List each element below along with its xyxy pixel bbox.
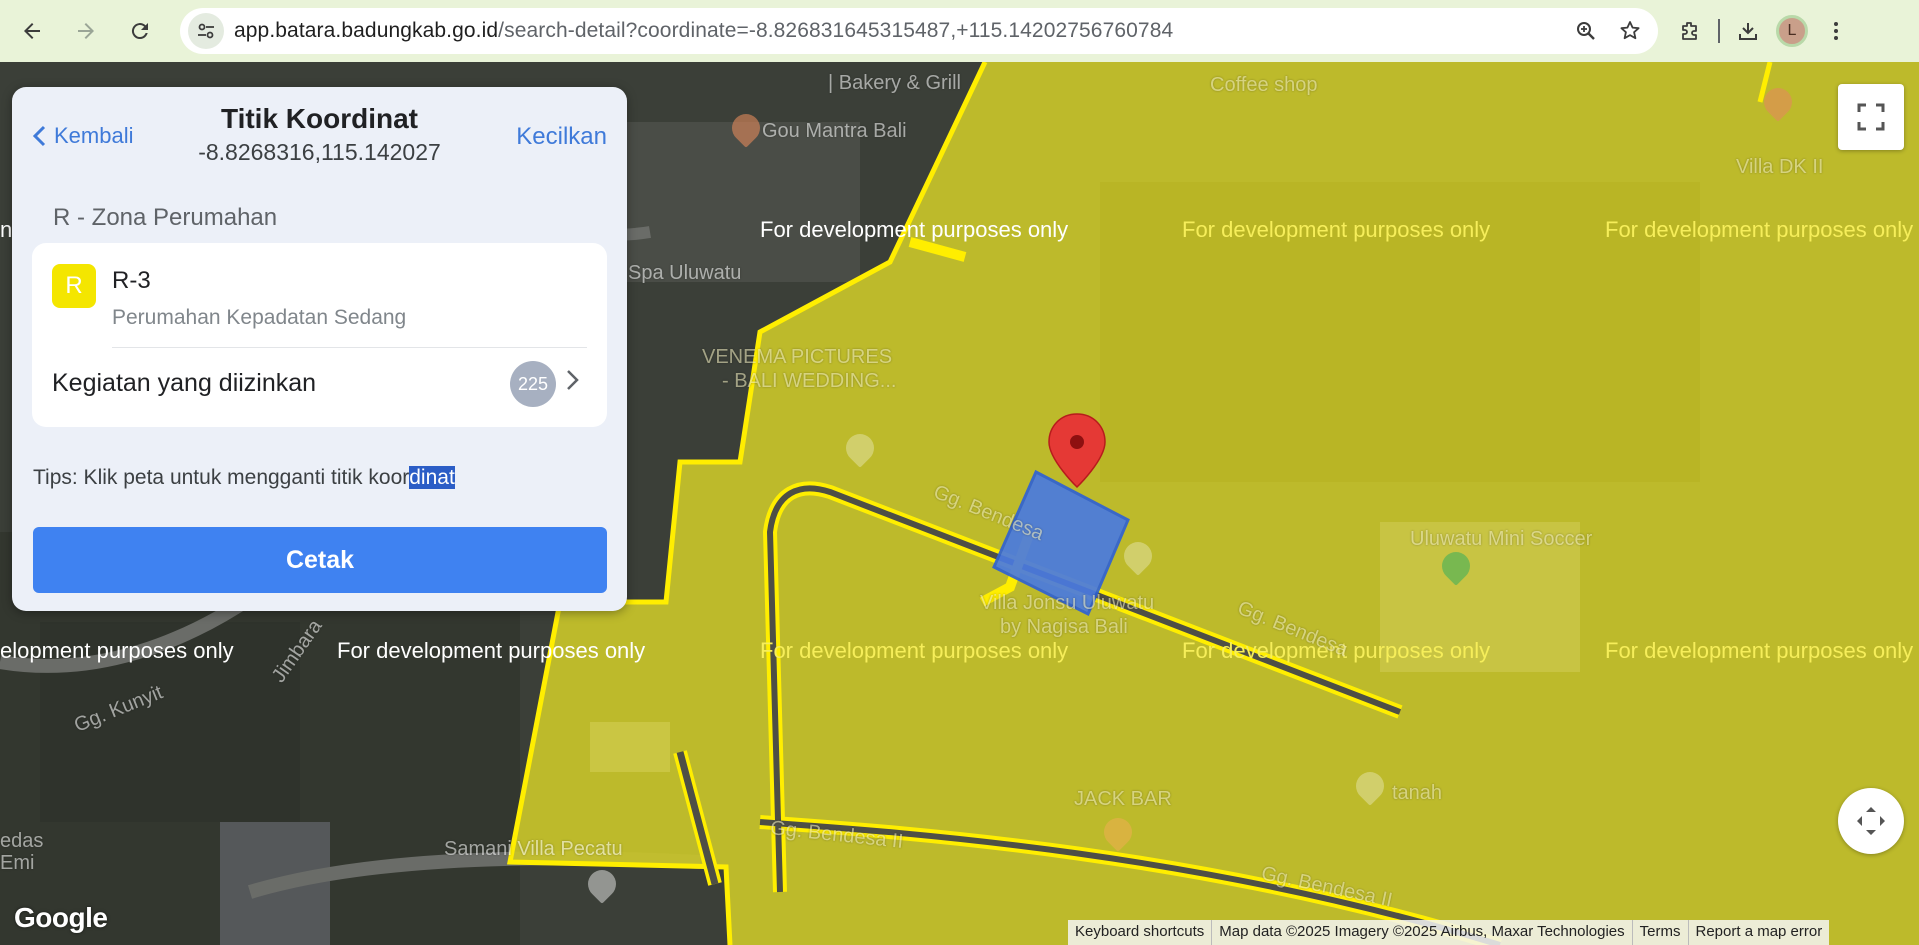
map-attribution: Keyboard shortcuts Map data ©2025 Imager… — [1068, 920, 1830, 945]
bookmark-star-icon[interactable] — [1612, 13, 1648, 49]
report-map-error-link[interactable]: Report a map error — [1687, 920, 1830, 945]
poi-label[interactable]: edas — [0, 830, 43, 853]
zoom-icon[interactable] — [1568, 13, 1604, 49]
divider — [112, 347, 587, 348]
activities-count-badge: 225 — [510, 361, 556, 407]
profile-avatar[interactable]: L — [1776, 15, 1808, 47]
poi-label[interactable]: Samani Villa Pecatu — [444, 838, 623, 861]
keyboard-shortcuts-link[interactable]: Keyboard shortcuts — [1068, 920, 1212, 945]
poi-label[interactable]: JACK BAR — [1074, 788, 1172, 811]
back-arrow-icon[interactable] — [12, 11, 52, 51]
address-bar[interactable]: app.batara.badungkab.go.id/search-detail… — [180, 8, 1658, 54]
poi-label[interactable]: | Bakery & Grill — [828, 72, 961, 95]
coordinate-info-panel: Kembali Titik Koordinat -8.8268316,115.1… — [12, 87, 627, 611]
watermark-text: For development purposes only — [760, 217, 1069, 242]
poi-label[interactable]: VENEMA PICTURES — [702, 346, 892, 369]
download-icon[interactable] — [1728, 11, 1768, 51]
reload-icon[interactable] — [120, 11, 160, 51]
zone-code: R-3 — [112, 267, 151, 294]
permitted-activities-row[interactable]: Kegiatan yang diizinkan — [52, 369, 316, 398]
poi-label[interactable]: Villa DK II — [1736, 156, 1823, 179]
fullscreen-button[interactable] — [1838, 84, 1904, 150]
fullscreen-icon — [1857, 103, 1885, 131]
print-button[interactable]: Cetak — [33, 527, 607, 593]
terms-link[interactable]: Terms — [1631, 920, 1688, 945]
tips-text-selected: dinat — [409, 466, 455, 489]
more-vertical-icon[interactable] — [1816, 11, 1856, 51]
minimize-button[interactable]: Kecilkan — [516, 123, 607, 151]
move-arrows-icon — [1857, 807, 1885, 835]
watermark-text: For development purposes only — [1605, 638, 1914, 663]
zone-description: Perumahan Kepadatan Sedang — [112, 306, 407, 329]
poi-label[interactable]: Gou Mantra Bali — [762, 120, 907, 143]
watermark-text: For development purposes only — [1182, 217, 1491, 242]
forward-arrow-icon[interactable] — [66, 11, 106, 51]
poi-label[interactable]: by Nagisa Bali — [1000, 616, 1128, 639]
tips-text: Tips: Klik peta untuk mengganti titik ko… — [33, 466, 455, 490]
site-info-icon[interactable] — [188, 13, 224, 49]
zone-badge: R — [52, 264, 96, 308]
url-host: app.batara.badungkab.go.id — [234, 19, 499, 42]
watermark-text: For development purposes only — [1605, 217, 1914, 242]
poi-label[interactable]: - BALI WEDDING... — [722, 370, 896, 393]
map-data-text: Map data ©2025 Imagery ©2025 Airbus, Max… — [1211, 920, 1632, 945]
tips-text-prefix: Tips: Klik peta untuk mengganti titik ko… — [33, 466, 410, 489]
extensions-puzzle-icon[interactable] — [1670, 11, 1710, 51]
url-text[interactable]: app.batara.badungkab.go.id/search-detail… — [234, 19, 1173, 43]
poi-label[interactable]: Coffee shop — [1210, 74, 1318, 97]
pan-control-button[interactable] — [1838, 788, 1904, 854]
google-logo: Google — [14, 902, 108, 933]
url-path: /search-detail?coordinate=-8.82683164531… — [498, 19, 1174, 42]
browser-toolbar: app.batara.badungkab.go.id/search-detail… — [0, 0, 1919, 62]
poi-label[interactable]: Emi — [0, 852, 34, 875]
chevron-right-icon[interactable] — [566, 367, 580, 399]
watermark-text: For development purposes only — [760, 638, 1069, 663]
poi-label[interactable]: Villa Jonsu Uluwatu — [980, 592, 1154, 615]
zone-card: R R-3 Perumahan Kepadatan Sedang Kegiata… — [32, 243, 607, 427]
watermark-text: For development purposes only — [337, 638, 646, 663]
zone-group-label: R - Zona Perumahan — [53, 204, 278, 231]
poi-label[interactable]: Uluwatu Mini Soccer — [1410, 528, 1592, 551]
poi-label[interactable]: tanah — [1392, 782, 1442, 805]
poi-label[interactable]: Spa Uluwatu — [628, 262, 741, 285]
watermark-text: elopment purposes only — [0, 638, 234, 663]
toolbar-separator — [1718, 19, 1720, 43]
